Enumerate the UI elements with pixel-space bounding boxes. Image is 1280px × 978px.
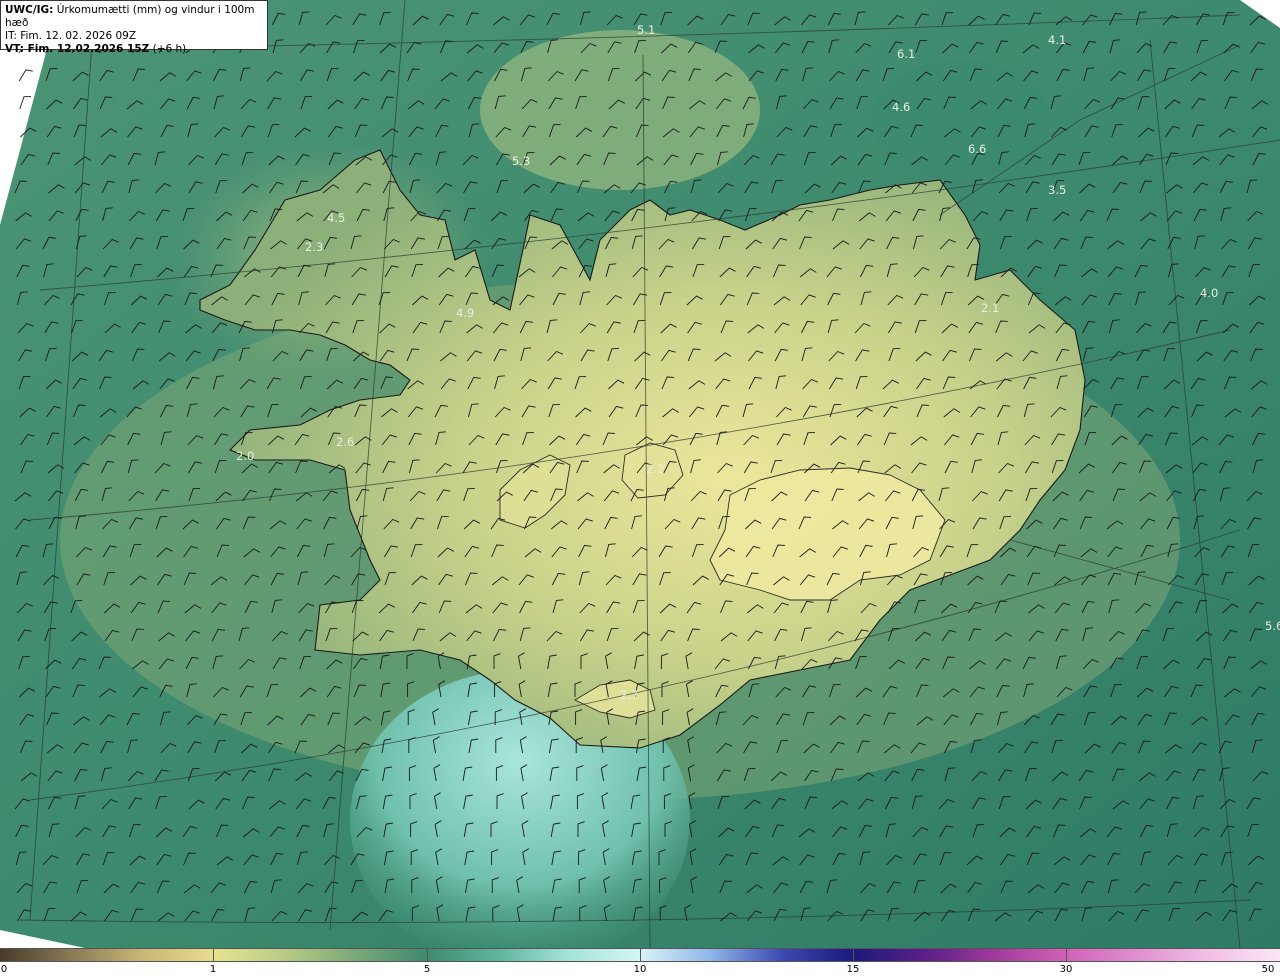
value-label: 2.3 (305, 240, 323, 254)
value-label: 2.1 (981, 301, 999, 315)
value-label: 2.0 (236, 449, 254, 463)
value-label: 3.5 (1048, 183, 1066, 197)
valid-offset: (+6 h) (152, 43, 187, 55)
value-label: 2.2 (646, 462, 664, 476)
colorbar-tick-label: 10 (633, 964, 647, 975)
colorbar-tick-label: 1 (209, 964, 217, 975)
value-label: 5.3 (512, 154, 530, 168)
colorbar-tick-label: 5 (423, 964, 431, 975)
init-time: IT: Fim. 12. 02. 2026 09Z (5, 30, 137, 42)
colorbar-tick-label: 0 (0, 964, 8, 975)
value-label: 2.7 (620, 688, 638, 702)
value-label: 6.1 (897, 47, 915, 61)
value-label: 4.9 (456, 306, 474, 320)
colorbar-tick-label: 30 (1059, 964, 1073, 975)
map-info-box: UWC/IG: Úrkomumætti (mm) og vindur i 100… (0, 0, 268, 55)
wind-barb (18, 69, 33, 82)
value-label: 5.1 (637, 23, 655, 37)
value-label: 6.6 (968, 142, 986, 156)
valid-time-prefix: VT: (5, 43, 24, 55)
valid-time: Fim. 12.02.2026 15Z (27, 43, 150, 55)
value-label: 2.6 (336, 435, 354, 449)
value-label: 5.6 (1265, 619, 1280, 633)
value-label: 4.1 (1048, 33, 1066, 47)
value-label: 4.0 (1200, 286, 1218, 300)
wind-barb (19, 96, 32, 110)
colorbar-tick-label: 15 (846, 964, 860, 975)
value-label: 4.6 (892, 100, 910, 114)
precipitable-water-map: 5.1 6.1 4.1 4.6 5.3 6.6 3.5 4.5 2.3 4.9 … (0, 0, 1280, 948)
product-code: UWC/IG: (5, 4, 54, 16)
value-label: 4.5 (327, 211, 345, 225)
colorbar-tick-label: 50 (1261, 964, 1275, 975)
